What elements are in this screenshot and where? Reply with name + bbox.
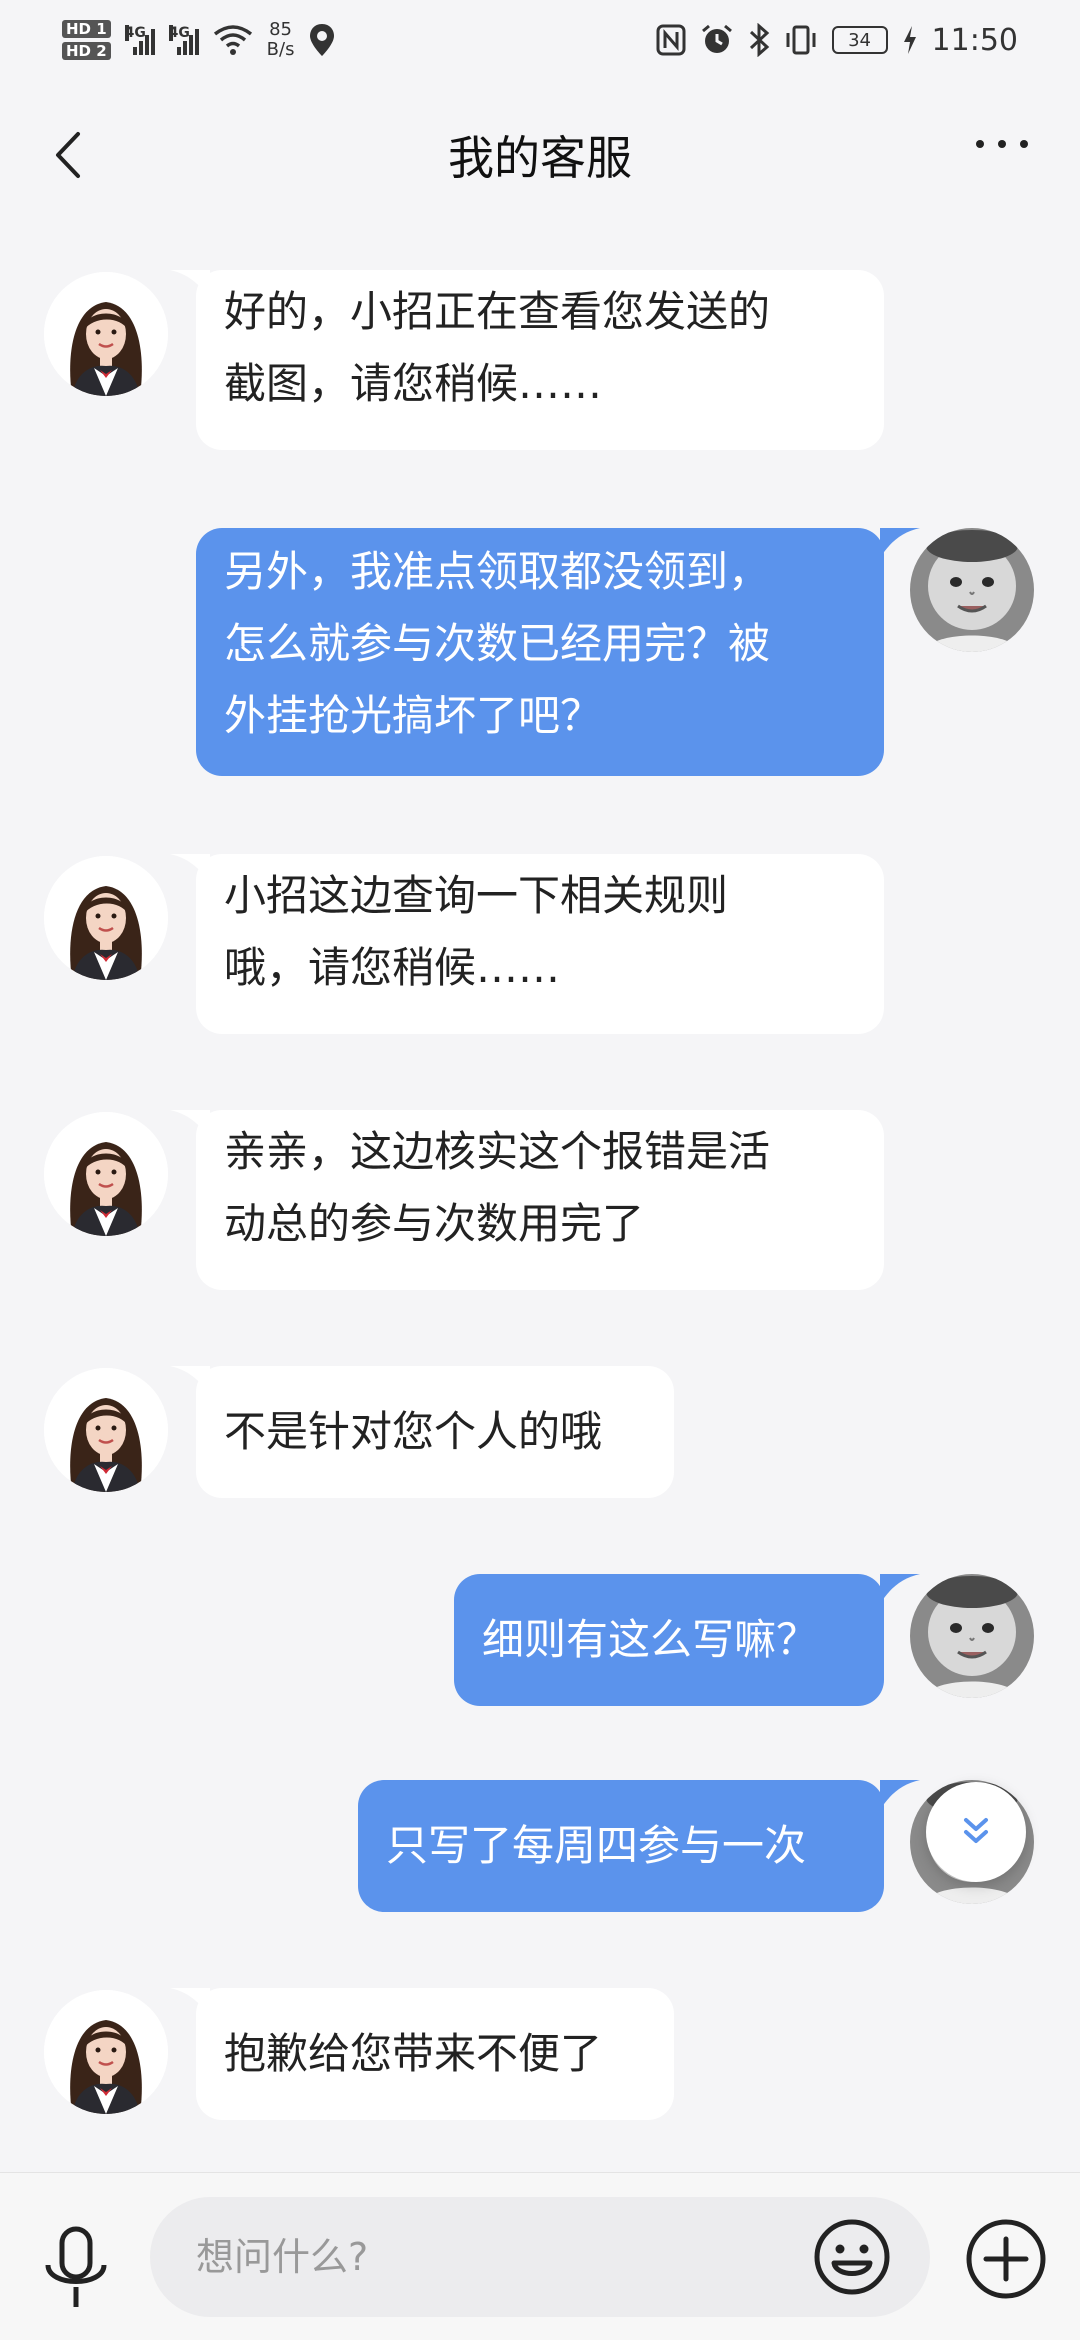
- back-chevron-icon: [56, 132, 80, 178]
- message-text: 截图，请您稍候……: [224, 359, 603, 408]
- battery-icon: 34: [831, 26, 888, 54]
- message-text: 细则有这么写嘛？: [482, 1615, 819, 1664]
- more-dot: [1020, 140, 1028, 148]
- bluetooth-icon: [749, 23, 769, 57]
- message-bubble-incoming[interactable]: 不是针对您个人的哦: [196, 1366, 674, 1498]
- speed-unit: B/s: [266, 39, 295, 60]
- agent-avatar-image: [44, 856, 168, 980]
- battery-level: 34: [848, 29, 871, 51]
- wifi-icon: [213, 25, 252, 55]
- charging-icon: [903, 26, 916, 54]
- agent-avatar-image: [44, 1990, 168, 2114]
- message-bubble-outgoing[interactable]: 细则有这么写嘛？: [454, 1574, 884, 1706]
- network-speed: 85 B/s: [267, 20, 295, 60]
- bubble-tail: [880, 528, 920, 558]
- message-text: 动总的参与次数用完了: [224, 1199, 645, 1248]
- more-dot: [976, 140, 984, 148]
- header: 我的客服: [0, 110, 1080, 200]
- input-bar: [0, 2172, 1080, 2340]
- agent-avatar-image: [44, 1368, 168, 1492]
- message-bubble-incoming[interactable]: 抱歉给您带来不便了: [196, 1988, 674, 2120]
- location-icon: [310, 24, 335, 56]
- speed-value: 85: [269, 19, 293, 40]
- agent-avatar[interactable]: [44, 1990, 168, 2114]
- user-avatar-image: [910, 1574, 1034, 1698]
- message-text: 小招这边查询一下相关规则: [224, 871, 729, 920]
- emoji-button[interactable]: [812, 2217, 892, 2297]
- smiley-icon: [814, 2219, 890, 2295]
- user-avatar-image: [910, 528, 1034, 652]
- vibrate-icon: [786, 25, 816, 55]
- message-text: 好的，小招正在查看您发送的: [224, 287, 771, 336]
- hd-indicators: HD 1 HD 2: [62, 20, 111, 60]
- network-type-label: 4G: [124, 25, 146, 41]
- message-text: 另外，我准点领取都没领到，: [224, 547, 771, 596]
- agent-avatar[interactable]: [44, 1368, 168, 1492]
- message-bubble-outgoing[interactable]: 只写了每周四参与一次: [358, 1780, 884, 1912]
- message-bubble-incoming[interactable]: 小招这边查询一下相关规则 哦，请您稍候……: [196, 854, 884, 1034]
- bubble-tail: [880, 1780, 920, 1810]
- bubble-tail: [880, 1574, 920, 1604]
- message-bubble-incoming[interactable]: 亲亲，这边核实这个报错是活 动总的参与次数用完了: [196, 1110, 884, 1290]
- message-text: 怎么就参与次数已经用完？被: [224, 619, 771, 668]
- agent-avatar[interactable]: [44, 272, 168, 396]
- agent-avatar-image: [44, 1112, 168, 1236]
- message-text: 抱歉给您带来不便了: [224, 2029, 603, 2078]
- more-button[interactable]: [976, 140, 1028, 148]
- more-dot: [998, 140, 1006, 148]
- message-text: 亲亲，这边核实这个报错是活: [224, 1127, 771, 1176]
- scroll-to-bottom-button[interactable]: [926, 1782, 1026, 1882]
- status-left: HD 1 HD 2 4G 4G 85 B/s: [62, 20, 336, 60]
- page-title: 我的客服: [448, 131, 632, 185]
- plus-circle-icon: [966, 2219, 1046, 2299]
- message-text: 外挂抢光搞坏了吧？: [224, 691, 603, 740]
- network-type-label-2: 4G: [168, 25, 190, 41]
- message-input-container[interactable]: [150, 2197, 930, 2317]
- microphone-icon: [45, 2226, 107, 2307]
- voice-button[interactable]: [40, 2225, 112, 2315]
- user-avatar[interactable]: [910, 1574, 1034, 1698]
- clock: 11:50: [931, 22, 1018, 58]
- message-bubble-incoming[interactable]: 好的，小招正在查看您发送的 截图，请您稍候……: [196, 270, 884, 450]
- alarm-icon: [701, 24, 732, 53]
- hd2-badge: HD 2: [62, 42, 111, 60]
- status-bar: HD 1 HD 2 4G 4G 85 B/s 34 11:50: [0, 0, 1080, 80]
- message-text: 不是针对您个人的哦: [224, 1407, 603, 1456]
- signal-icon: 4G: [124, 25, 155, 55]
- message-text: 只写了每周四参与一次: [386, 1821, 807, 1870]
- agent-avatar[interactable]: [44, 1112, 168, 1236]
- agent-avatar-image: [44, 272, 168, 396]
- message-input[interactable]: [196, 2197, 816, 2317]
- status-right: 34 11:50: [656, 23, 1018, 58]
- signal-icon-2: 4G: [168, 25, 199, 55]
- double-chevron-down-icon: [964, 1818, 988, 1843]
- agent-avatar[interactable]: [44, 856, 168, 980]
- message-text: 哦，请您稍候……: [224, 943, 561, 992]
- message-bubble-outgoing[interactable]: 另外，我准点领取都没领到， 怎么就参与次数已经用完？被 外挂抢光搞坏了吧？: [196, 528, 884, 776]
- hd1-badge: HD 1: [62, 20, 111, 38]
- back-button[interactable]: [48, 130, 88, 180]
- nfc-icon: [656, 24, 686, 56]
- more-actions-button[interactable]: [964, 2217, 1048, 2301]
- user-avatar[interactable]: [910, 528, 1034, 652]
